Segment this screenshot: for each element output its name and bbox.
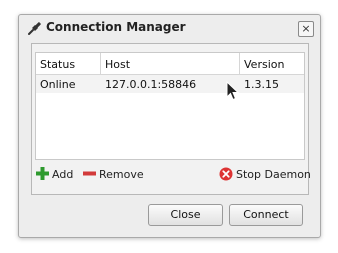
hosts-table[interactable]: Status Host Version Online 127.0.0.1:588… <box>35 52 305 160</box>
remove-label: Remove <box>99 168 144 181</box>
connect-button[interactable]: Connect <box>229 204 303 226</box>
stop-daemon-label: Stop Daemon <box>236 168 311 181</box>
action-bar: Add Remove Stop Daemon <box>32 162 311 186</box>
hosts-panel: Status Host Version Online 127.0.0.1:588… <box>31 43 311 195</box>
column-header-host[interactable]: Host <box>105 58 130 71</box>
plug-icon <box>28 22 41 35</box>
remove-button[interactable]: Remove <box>83 166 144 182</box>
minus-icon <box>83 171 96 176</box>
close-window-button[interactable]: × <box>298 21 314 37</box>
column-header-status[interactable]: Status <box>40 58 75 71</box>
column-separator <box>100 53 101 74</box>
close-button[interactable]: Close <box>148 204 223 226</box>
table-header: Status Host Version <box>36 53 304 75</box>
row-status: Online <box>40 78 76 91</box>
add-button[interactable]: Add <box>36 166 76 182</box>
window-title: Connection Manager <box>46 20 186 34</box>
add-label: Add <box>52 168 74 181</box>
column-separator <box>239 53 240 74</box>
row-host: 127.0.0.1:58846 <box>105 78 197 91</box>
table-row[interactable]: Online 127.0.0.1:58846 1.3.15 <box>36 75 304 93</box>
stop-icon <box>219 167 233 181</box>
titlebar: Connection Manager × <box>19 15 320 41</box>
column-header-version[interactable]: Version <box>244 58 284 71</box>
stop-daemon-button[interactable]: Stop Daemon <box>219 166 311 182</box>
plus-icon <box>36 167 49 180</box>
mouse-cursor-icon <box>226 81 239 101</box>
connection-manager-dialog: Connection Manager × Status Host Version… <box>18 14 321 238</box>
row-version: 1.3.15 <box>244 78 279 91</box>
